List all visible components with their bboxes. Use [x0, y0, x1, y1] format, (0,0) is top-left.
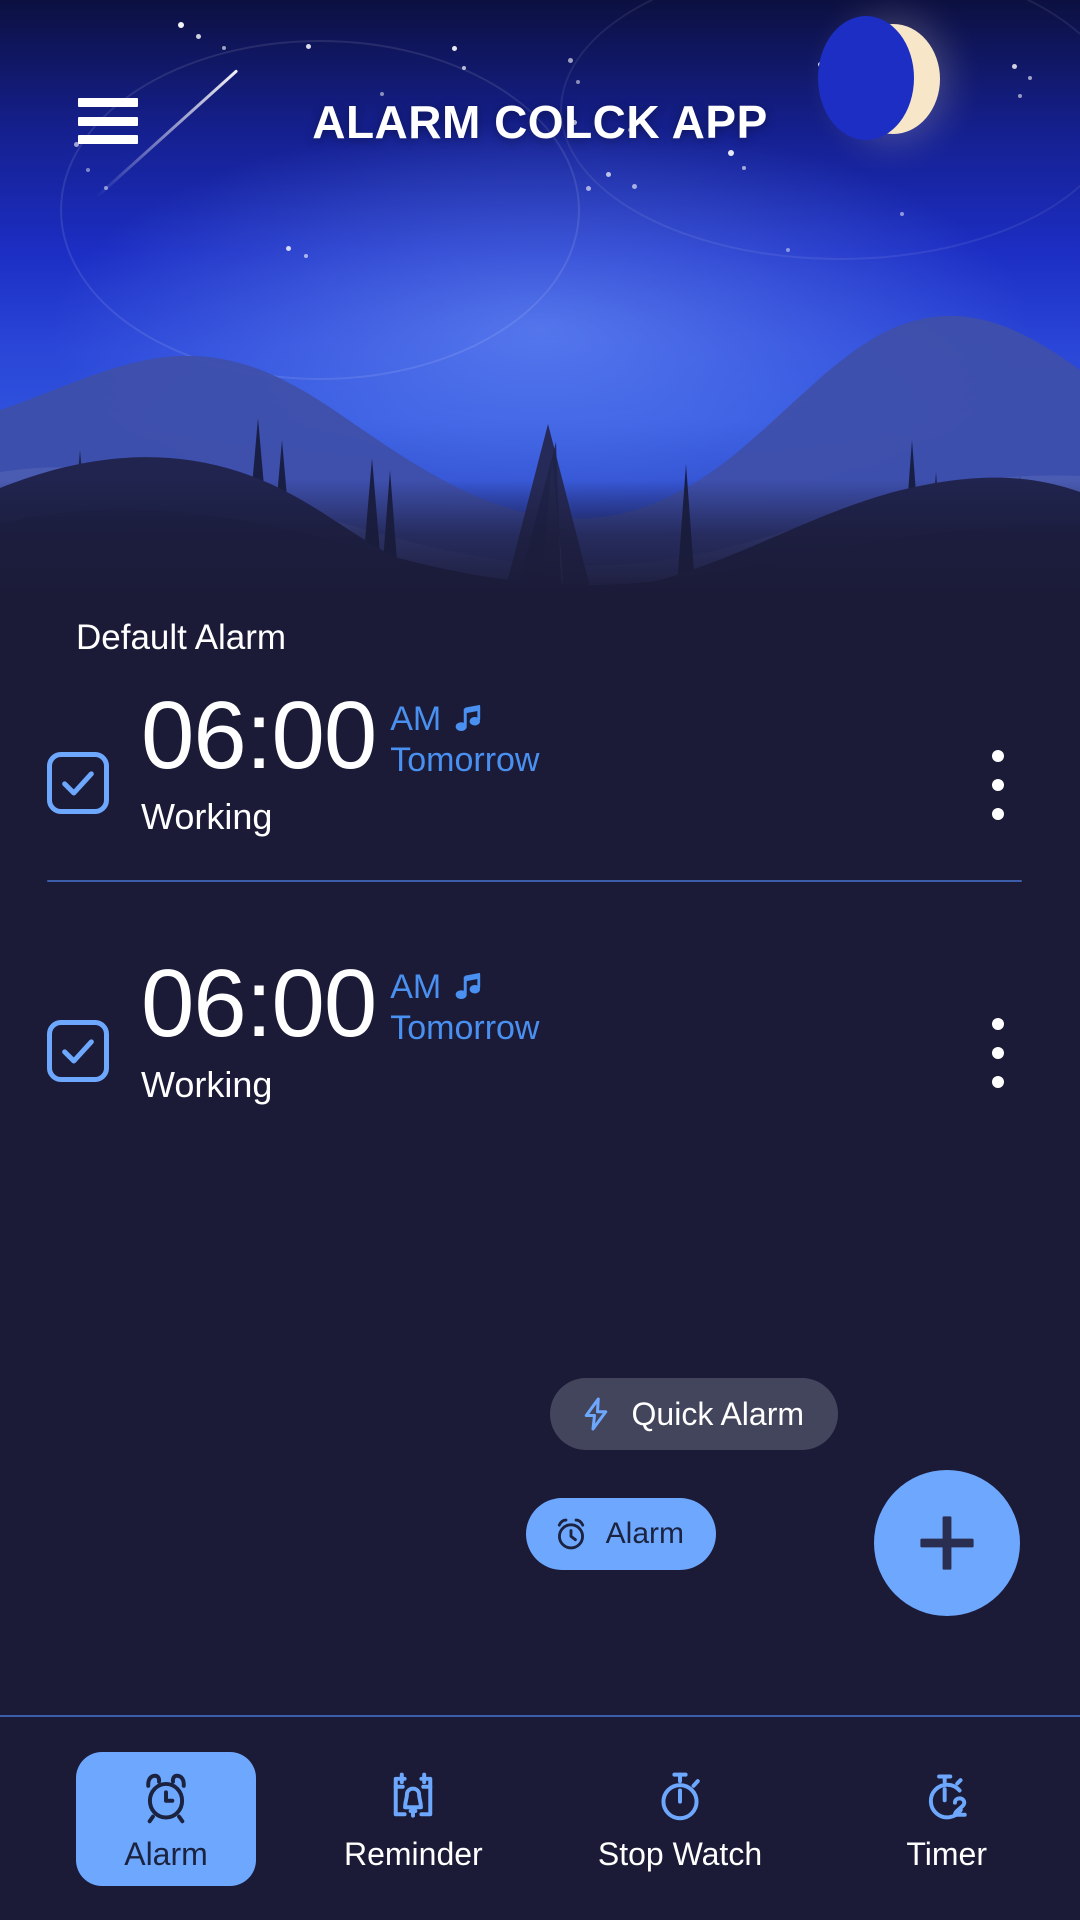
tab-alarm-label: Alarm — [124, 1836, 208, 1872]
fab-cluster: Quick Alarm Alarm — [0, 1360, 1080, 1660]
alarm-shortcut-label: Alarm — [605, 1517, 684, 1550]
alarm-time: 06:00 — [141, 682, 377, 789]
alarm-app-screen: ALARM COLCK APP Default Alarm 06:00 AM T… — [0, 0, 1080, 1920]
add-alarm-button[interactable] — [874, 1470, 1020, 1616]
alarm-clock-icon — [552, 1515, 590, 1553]
quick-alarm-button[interactable]: Quick Alarm — [549, 1378, 838, 1450]
alarm-shortcut-button[interactable]: Alarm — [525, 1498, 716, 1570]
list-divider — [47, 880, 1022, 882]
alarm-details: 06:00 AM Tomorrow Working — [141, 688, 1080, 838]
alarm-toggle-checkbox[interactable] — [47, 1020, 109, 1082]
table-row[interactable]: 06:00 AM Tomorrow Working — [0, 674, 1080, 864]
tab-stop-watch-label: Stop Watch — [597, 1836, 763, 1872]
tab-reminder-label: Reminder — [343, 1836, 483, 1872]
alarm-meridiem: AM — [390, 700, 442, 738]
tab-timer-label: Timer — [906, 1836, 987, 1872]
hero-fade-overlay — [0, 480, 1080, 600]
timer-2-icon — [918, 1768, 976, 1826]
alarm-label: Working — [141, 796, 273, 837]
kebab-menu-icon[interactable] — [992, 750, 1006, 820]
lightning-bolt-icon — [578, 1396, 614, 1432]
check-icon — [62, 771, 94, 796]
stopwatch-icon — [651, 1768, 709, 1826]
calendar-bell-icon — [384, 1768, 442, 1826]
tab-stop-watch[interactable]: Stop Watch — [547, 1764, 814, 1873]
music-note-icon — [451, 702, 485, 736]
tab-reminder[interactable]: Reminder — [280, 1764, 547, 1873]
alarm-time: 06:00 — [141, 950, 377, 1057]
table-row[interactable]: 06:00 AM Tomorrow Working — [0, 942, 1080, 1132]
section-label-default-alarm: Default Alarm — [76, 618, 287, 657]
tab-alarm[interactable]: Alarm — [76, 1751, 256, 1886]
alarm-meridiem: AM — [390, 968, 442, 1006]
bottom-navigation-bar: Alarm Reminder Stop Watch Timer — [0, 1717, 1080, 1920]
alarm-when: Tomorrow — [390, 1009, 540, 1047]
alarm-toggle-checkbox[interactable] — [47, 752, 109, 814]
quick-alarm-label: Quick Alarm — [631, 1395, 804, 1432]
alarm-label: Working — [141, 1064, 273, 1105]
kebab-menu-icon[interactable] — [992, 1018, 1006, 1088]
music-note-icon — [451, 970, 485, 1004]
alarm-clock-icon — [137, 1768, 195, 1826]
tab-timer[interactable]: Timer — [813, 1764, 1080, 1873]
plus-icon — [920, 1516, 974, 1570]
alarm-details: 06:00 AM Tomorrow Working — [141, 956, 1080, 1106]
page-title: ALARM COLCK APP — [312, 96, 768, 148]
top-app-bar: ALARM COLCK APP — [0, 0, 1080, 200]
check-icon — [62, 1039, 94, 1064]
alarm-list: Default Alarm 06:00 AM Tomorrow Working … — [0, 618, 1080, 1132]
alarm-when: Tomorrow — [390, 741, 540, 779]
